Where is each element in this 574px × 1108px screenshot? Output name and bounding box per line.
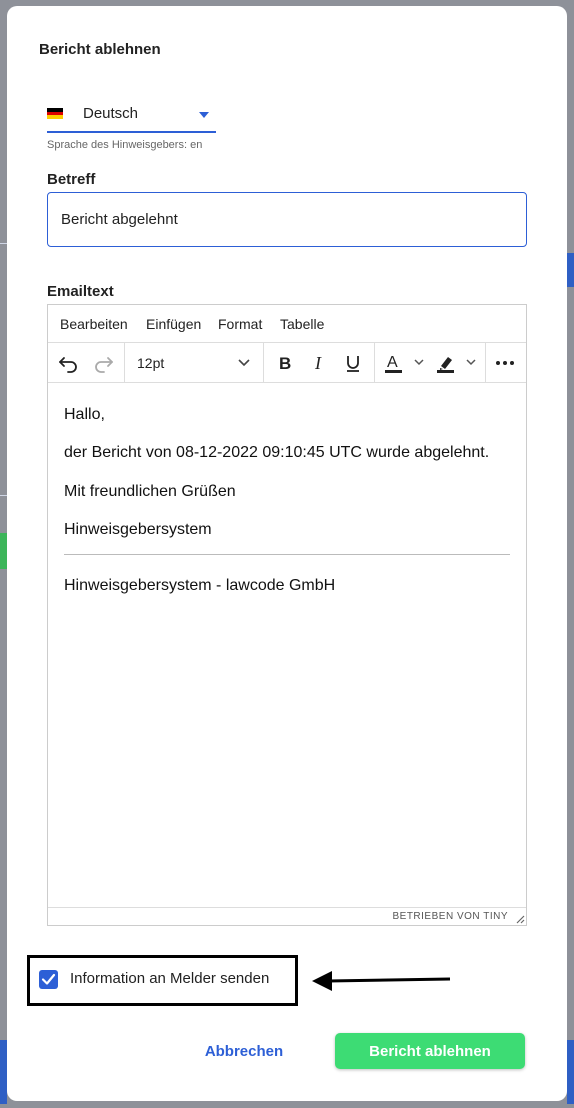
subject-input[interactable]	[47, 192, 527, 247]
background-green-badge	[0, 533, 7, 569]
email-body-line: der Bericht von 08-12-2022 09:10:45 UTC …	[64, 444, 490, 461]
rich-text-editor: Bearbeiten Einfügen Format Tabelle 12pt …	[47, 304, 527, 926]
italic-icon[interactable]: I	[306, 351, 332, 375]
editor-toolbar: 12pt B I A	[48, 343, 526, 383]
language-select[interactable]: Deutsch	[47, 101, 216, 133]
editor-content[interactable]: Hallo, der Bericht von 08-12-2022 09:10:…	[48, 384, 526, 908]
email-text-label: Emailtext	[47, 283, 114, 300]
dialog-title: Bericht ablehnen	[39, 41, 161, 58]
tiny-branding-link[interactable]: BETRIEBEN VON TINY	[392, 911, 508, 922]
font-size-select[interactable]: 12pt	[125, 343, 263, 383]
text-color-icon[interactable]: A	[382, 351, 428, 375]
email-closing: Mit freundlichen Grüßen	[64, 483, 236, 500]
notify-reporter-label[interactable]: Information an Melder senden	[70, 970, 269, 987]
svg-text:A: A	[387, 354, 398, 371]
menu-bearbeiten[interactable]: Bearbeiten	[60, 316, 128, 332]
undo-icon[interactable]	[56, 351, 82, 375]
reject-report-button[interactable]: Bericht ablehnen	[335, 1033, 525, 1069]
checkmark-icon	[41, 973, 56, 985]
cancel-button[interactable]: Abbrechen	[198, 1037, 290, 1065]
highlight-color-icon[interactable]	[434, 351, 480, 375]
editor-statusbar: BETRIEBEN VON TINY	[48, 907, 526, 925]
resize-handle-icon[interactable]	[515, 914, 525, 924]
background-blue-bar	[567, 1040, 574, 1104]
toolbar-separator	[485, 343, 486, 383]
more-icon[interactable]	[492, 351, 518, 375]
bold-icon[interactable]: B	[272, 351, 298, 375]
email-signature: Hinweisgebersystem - lawcode GmbH	[64, 577, 336, 594]
background-blue-bar	[0, 1040, 7, 1104]
subject-label: Betreff	[47, 171, 96, 188]
toolbar-separator	[263, 343, 264, 383]
underline-icon[interactable]	[340, 351, 366, 375]
menu-format[interactable]: Format	[218, 316, 262, 332]
redo-icon[interactable]	[90, 351, 116, 375]
menu-tabelle[interactable]: Tabelle	[280, 316, 324, 332]
chevron-down-icon	[238, 359, 250, 367]
chevron-down-icon	[199, 112, 209, 118]
email-greeting: Hallo,	[64, 406, 105, 423]
language-select-value: Deutsch	[83, 105, 139, 122]
svg-text:I: I	[314, 353, 322, 373]
notify-reporter-checkbox[interactable]	[39, 970, 58, 989]
reject-report-dialog: Bericht ablehnen Deutsch Sprache des Hin…	[7, 6, 567, 1101]
germany-flag-icon	[47, 108, 63, 119]
annotation-arrow-icon	[312, 971, 451, 991]
toolbar-separator	[374, 343, 375, 383]
language-hint: Sprache des Hinweisgebers: en	[47, 139, 203, 151]
font-size-value: 12pt	[137, 355, 165, 371]
menu-einfuegen[interactable]: Einfügen	[146, 316, 201, 332]
background-blue-button	[567, 253, 574, 287]
email-sender: Hinweisgebersystem	[64, 521, 212, 538]
editor-menubar: Bearbeiten Einfügen Format Tabelle	[48, 305, 526, 343]
svg-text:B: B	[279, 354, 291, 373]
signature-divider	[64, 554, 510, 555]
